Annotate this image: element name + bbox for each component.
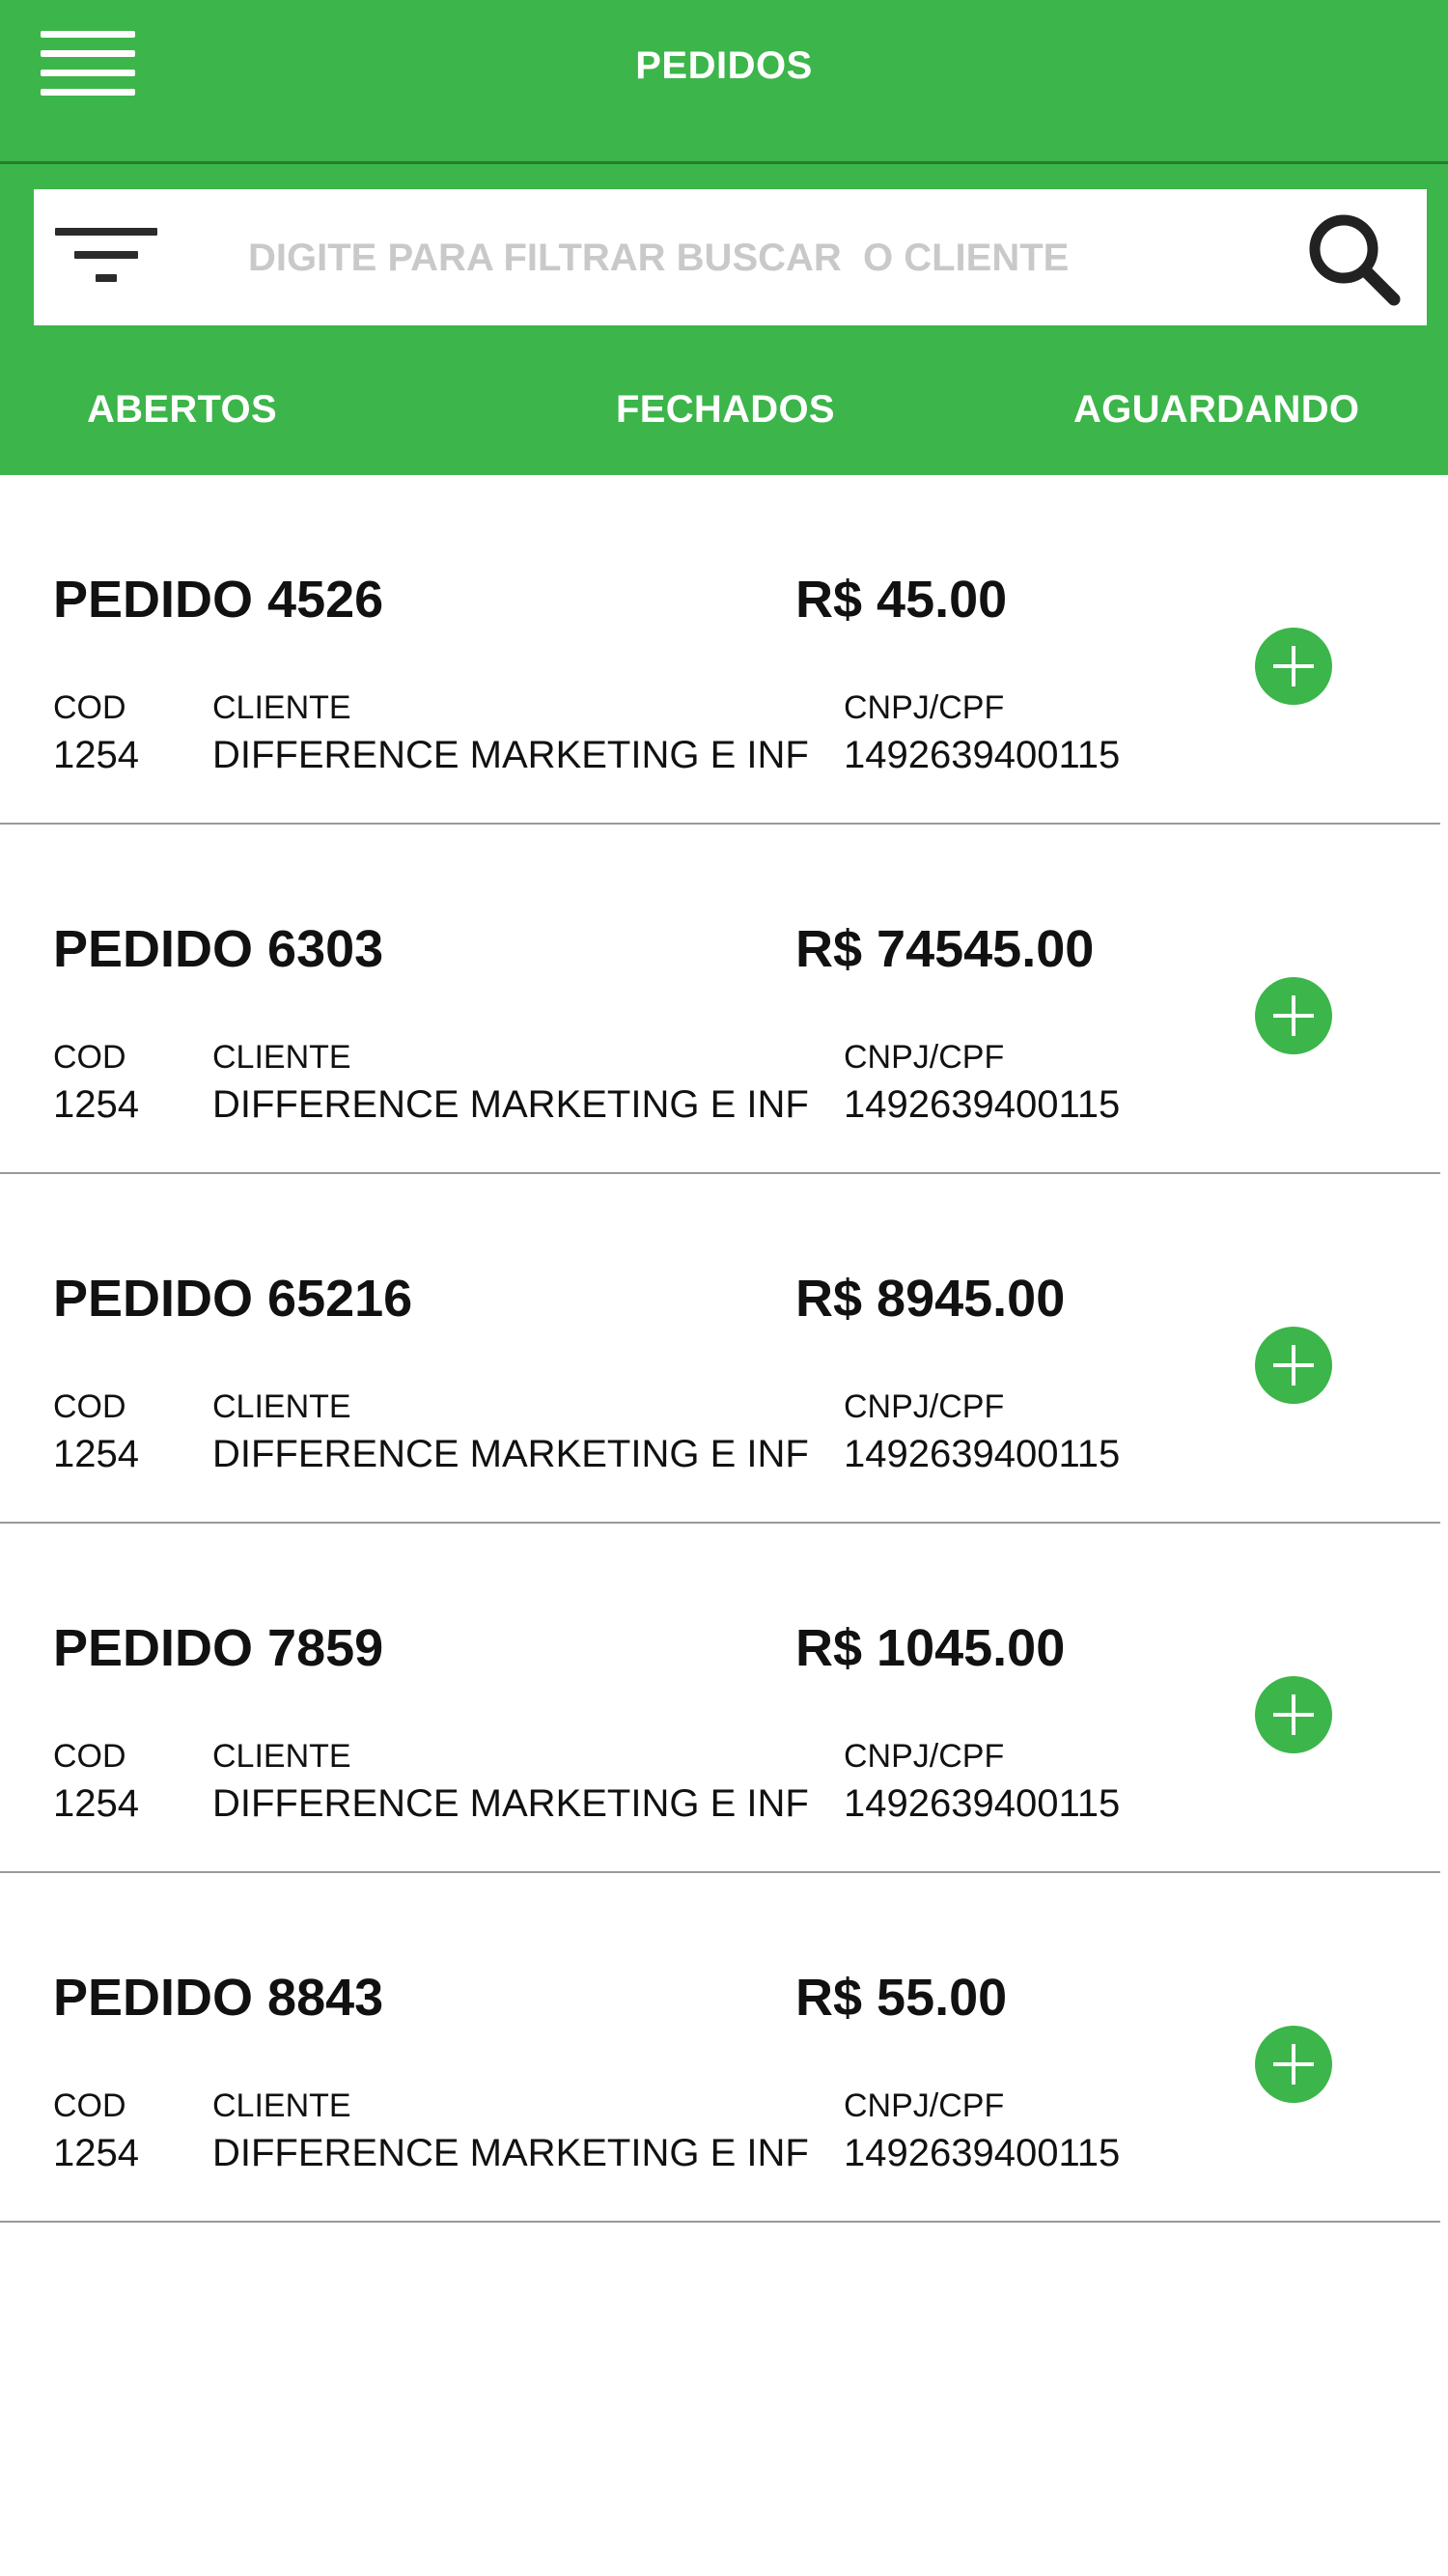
top-bar: PEDIDOS — [0, 0, 1448, 164]
cod-label: COD — [53, 1738, 126, 1775]
order-title: PEDIDO 65216 — [53, 1270, 413, 1328]
order-price: R$ 1045.00 — [795, 1619, 1066, 1677]
order-price: R$ 8945.00 — [795, 1270, 1066, 1328]
cod-label: COD — [53, 689, 126, 726]
app-header: PEDIDOS ABERTOS FECHADOS AGUARDANDO — [0, 0, 1448, 475]
order-title: PEDIDO 7859 — [53, 1619, 384, 1677]
cliente-value: DIFFERENCE MARKETING E INF — [212, 2132, 809, 2174]
cnpj-label: CNPJ/CPF — [844, 1388, 1005, 1425]
list-item[interactable]: PEDIDO 6303 R$ 74545.00 COD CLIENTE CNPJ… — [0, 825, 1440, 1174]
cliente-label: CLIENTE — [212, 1388, 351, 1425]
cnpj-label: CNPJ/CPF — [844, 2087, 1005, 2124]
cnpj-label: CNPJ/CPF — [844, 1738, 1005, 1775]
order-list: PEDIDO 4526 R$ 45.00 COD CLIENTE CNPJ/CP… — [0, 475, 1440, 2223]
order-title: PEDIDO 8843 — [53, 1969, 384, 2027]
status-tabs: ABERTOS FECHADOS AGUARDANDO — [0, 367, 1448, 463]
plus-circle-icon[interactable] — [1255, 2026, 1332, 2103]
search-icon[interactable] — [1301, 207, 1407, 313]
cliente-value: DIFFERENCE MARKETING E INF — [212, 1782, 809, 1825]
cliente-value: DIFFERENCE MARKETING E INF — [212, 1083, 809, 1126]
list-item[interactable]: PEDIDO 8843 R$ 55.00 COD CLIENTE CNPJ/CP… — [0, 1873, 1440, 2223]
plus-circle-icon[interactable] — [1255, 977, 1332, 1054]
cnpj-value: 1492639400115 — [844, 734, 1121, 776]
cnpj-value: 1492639400115 — [844, 1083, 1121, 1126]
tab-fechados[interactable]: FECHADOS — [616, 388, 835, 432]
cod-value: 1254 — [53, 2132, 139, 2174]
list-item[interactable]: PEDIDO 4526 R$ 45.00 COD CLIENTE CNPJ/CP… — [0, 475, 1440, 825]
list-item[interactable]: PEDIDO 7859 R$ 1045.00 COD CLIENTE CNPJ/… — [0, 1524, 1440, 1873]
order-price: R$ 55.00 — [795, 1969, 1008, 2027]
list-item[interactable]: PEDIDO 65216 R$ 8945.00 COD CLIENTE CNPJ… — [0, 1174, 1440, 1524]
cliente-label: CLIENTE — [212, 1039, 351, 1076]
order-title: PEDIDO 6303 — [53, 920, 384, 978]
cliente-label: CLIENTE — [212, 689, 351, 726]
cod-value: 1254 — [53, 734, 139, 776]
cliente-label: CLIENTE — [212, 1738, 351, 1775]
order-title: PEDIDO 4526 — [53, 571, 384, 629]
cod-value: 1254 — [53, 1083, 139, 1126]
tab-aguardando[interactable]: AGUARDANDO — [1073, 388, 1359, 432]
order-price: R$ 74545.00 — [795, 920, 1095, 978]
cliente-value: DIFFERENCE MARKETING E INF — [212, 1433, 809, 1475]
cnpj-label: CNPJ/CPF — [844, 1039, 1005, 1076]
cod-label: COD — [53, 2087, 126, 2124]
cliente-label: CLIENTE — [212, 2087, 351, 2124]
cnpj-value: 1492639400115 — [844, 1433, 1121, 1475]
plus-circle-icon[interactable] — [1255, 1327, 1332, 1404]
cod-label: COD — [53, 1039, 126, 1076]
filter-icon[interactable] — [55, 220, 171, 297]
cod-value: 1254 — [53, 1433, 139, 1475]
plus-circle-icon[interactable] — [1255, 628, 1332, 705]
tab-abertos[interactable]: ABERTOS — [87, 388, 277, 432]
plus-circle-icon[interactable] — [1255, 1676, 1332, 1753]
order-price: R$ 45.00 — [795, 571, 1008, 629]
search-input[interactable] — [246, 222, 1273, 294]
cod-value: 1254 — [53, 1782, 139, 1825]
page-title: PEDIDOS — [635, 44, 813, 87]
cnpj-value: 1492639400115 — [844, 2132, 1121, 2174]
search-bar — [34, 189, 1427, 325]
cnpj-value: 1492639400115 — [844, 1782, 1121, 1825]
cod-label: COD — [53, 1388, 126, 1425]
cnpj-label: CNPJ/CPF — [844, 689, 1005, 726]
cliente-value: DIFFERENCE MARKETING E INF — [212, 734, 809, 776]
